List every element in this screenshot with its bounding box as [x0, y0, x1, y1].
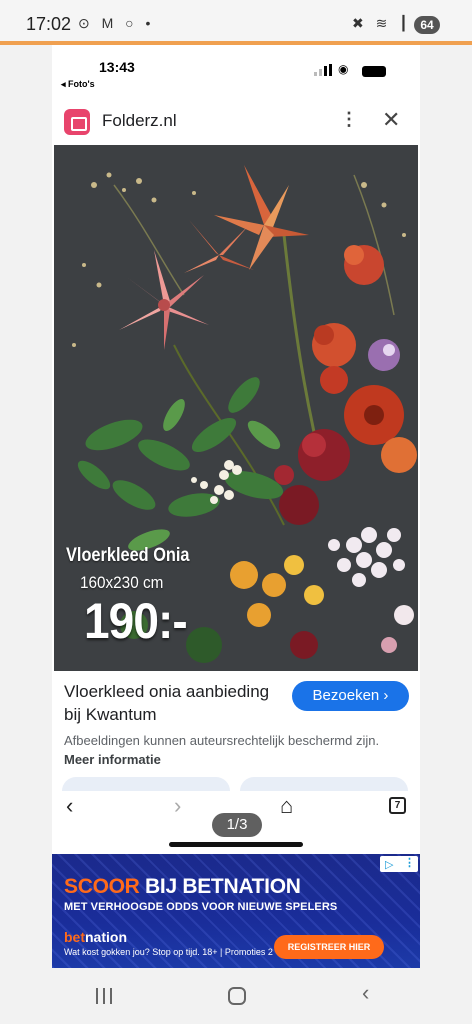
site-name[interactable]: Folderz.nl [102, 111, 177, 131]
close-icon[interactable]: ✕ [382, 107, 400, 133]
ad-brand-rest: nation [85, 929, 127, 945]
related-chip-left[interactable] [62, 777, 230, 791]
device-time: 17:02 [26, 14, 72, 34]
more-options-icon[interactable]: ⋮ [340, 109, 358, 130]
battery-icon [362, 66, 386, 77]
back-arrow-icon[interactable]: ‹ [66, 793, 73, 819]
folderz-logo-icon [64, 109, 90, 135]
ad-brand-accent: bet [64, 929, 85, 945]
battery-level: 64 [414, 16, 440, 34]
product-image[interactable]: Vloerkleed Onia 160x230 cm 190:- [54, 145, 418, 671]
product-size-overlay: 160x230 cm [80, 573, 164, 592]
signal-icon [314, 64, 332, 76]
tabs-count-icon[interactable]: 7 [389, 797, 406, 814]
system-back-icon[interactable]: ‹ [362, 980, 369, 1006]
recents-icon[interactable] [96, 988, 114, 1004]
system-icons: ✖ ≋ ┃ [352, 15, 412, 31]
more-info-link[interactable]: Meer informatie [64, 752, 161, 767]
ad-fine-print: Wat kost gokken jou? Stop op tijd. 18+ |… [64, 947, 273, 957]
system-home-icon[interactable] [228, 987, 246, 1005]
home-indicator [169, 842, 303, 847]
ad-register-button[interactable]: REGISTREER HIER [274, 935, 384, 959]
back-to-photos[interactable]: ◂ Foto's [61, 79, 95, 90]
site-header: Folderz.nl ⋮ ✕ [52, 103, 420, 143]
home-icon[interactable]: ⌂ [280, 793, 293, 819]
product-price-overlay: 190:- [84, 593, 188, 649]
visit-button[interactable]: Bezoeken › [292, 681, 409, 711]
system-nav-bar: ‹ [0, 968, 472, 1024]
wifi-icon: ◉ [338, 62, 349, 76]
forward-arrow-icon[interactable]: › [174, 793, 181, 819]
page-indicator: 1/3 [212, 813, 262, 837]
ad-brand-logo: betnation [64, 929, 127, 945]
ad-choices-badge[interactable]: ▷ ⋮ [380, 856, 418, 872]
notification-icons: ⊙ M ○ • [78, 15, 155, 31]
ad-headline-rest: BIJ BETNATION [139, 875, 301, 898]
ad-banner[interactable]: ▷ ⋮ SCOOR BIJ BETNATION MET VERHOOGDE OD… [52, 854, 420, 968]
disclaimer-text: Afbeeldingen kunnen auteursrechtelijk be… [64, 733, 380, 748]
result-title[interactable]: Vloerkleed onia aanbieding bij Kwantum [64, 680, 284, 726]
device-status-bar: 17:02 ⊙ M ○ • ✖ ≋ ┃ 64 [0, 0, 472, 42]
ad-subline: MET VERHOOGDE ODDS VOOR NIEUWE SPELERS [64, 901, 338, 913]
inner-status-bar: 13:43 ◂ Foto's ◉ [52, 45, 420, 93]
ad-menu-icon: ⋮ [404, 857, 415, 869]
ad-headline-accent: SCOOR [64, 875, 140, 898]
related-chip-right[interactable] [240, 777, 408, 791]
embedded-screenshot: 13:43 ◂ Foto's ◉ Folderz.nl ⋮ ✕ Vloerkle… [52, 45, 420, 855]
product-name-overlay: Vloerkleed Onia [66, 545, 190, 566]
ad-choices-icon: ▷ [385, 859, 394, 871]
inner-time: 13:43 [99, 59, 135, 75]
copyright-disclaimer: Afbeeldingen kunnen auteursrechtelijk be… [64, 731, 404, 769]
ad-headline: SCOOR BIJ BETNATION [64, 875, 301, 899]
